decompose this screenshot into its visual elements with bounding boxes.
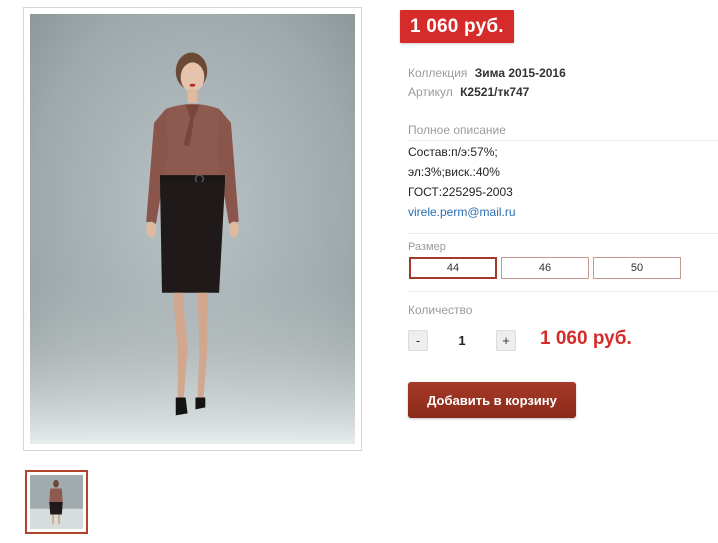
description-text: Состав:п/э:57%; эл:3%;виск.:40% ГОСТ:225… <box>408 142 516 222</box>
size-option-50[interactable]: 50 <box>593 257 681 279</box>
price-badge: 1 060 руб. <box>400 10 514 43</box>
description-line: Состав:п/э:57%; <box>408 145 498 159</box>
collection-label: Коллекция <box>408 66 468 80</box>
product-main-image[interactable] <box>23 7 362 451</box>
model-photo-thumb <box>30 475 83 529</box>
size-selector: 44 46 50 <box>409 257 681 279</box>
description-line: эл:3%;виск.:40% <box>408 165 500 179</box>
add-to-cart-button[interactable]: Добавить в корзину <box>408 382 576 418</box>
contact-email-link[interactable]: virele.perm@mail.ru <box>408 202 516 222</box>
size-option-44[interactable]: 44 <box>409 257 497 279</box>
quantity-decrease-button[interactable]: - <box>408 330 428 351</box>
article-row: Артикул К2521/тк747 <box>408 85 529 99</box>
quantity-stepper: - 1 + <box>408 330 516 351</box>
quantity-value[interactable]: 1 <box>428 333 496 348</box>
product-thumbnail[interactable] <box>25 470 88 534</box>
quantity-increase-button[interactable]: + <box>496 330 516 351</box>
collection-row: Коллекция Зима 2015-2016 <box>408 66 566 80</box>
total-price: 1 060 руб. <box>540 328 632 349</box>
description-divider <box>408 140 718 141</box>
description-title: Полное описание <box>408 123 506 137</box>
size-divider <box>408 233 718 234</box>
description-line: ГОСТ:225295-2003 <box>408 185 513 199</box>
collection-value: Зима 2015-2016 <box>474 66 566 80</box>
model-photo <box>30 14 355 444</box>
size-option-46[interactable]: 46 <box>501 257 589 279</box>
article-value: К2521/тк747 <box>460 85 530 99</box>
article-label: Артикул <box>408 85 453 99</box>
size-label: Размер <box>408 241 446 253</box>
quantity-divider <box>408 291 718 292</box>
quantity-label: Количество <box>408 303 473 317</box>
